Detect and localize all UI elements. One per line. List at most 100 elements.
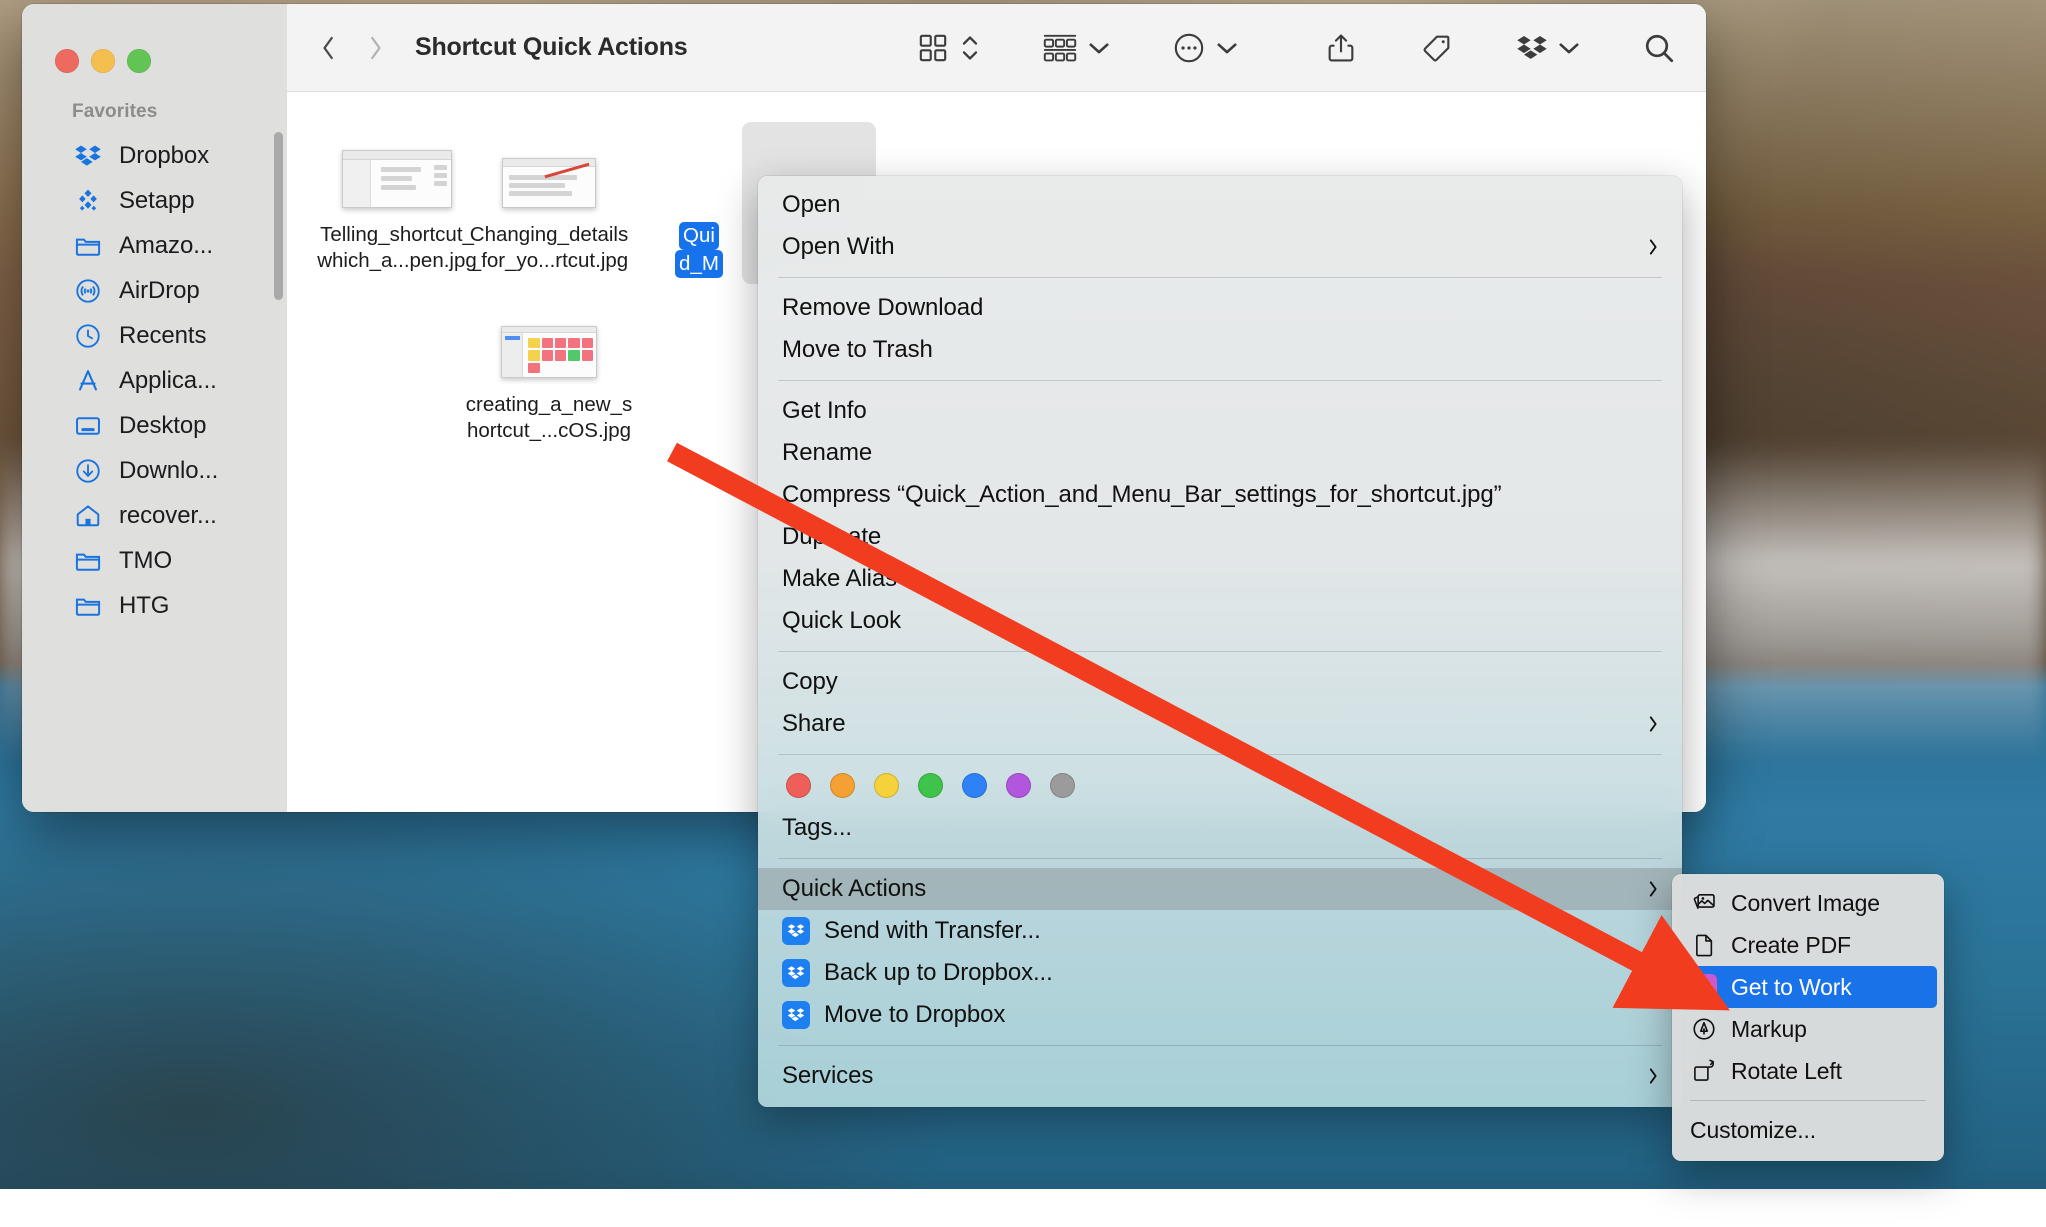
desktop-icon — [74, 412, 102, 440]
close-button[interactable] — [55, 49, 79, 73]
submenu-item-get-to-work[interactable]: Get to Work — [1679, 966, 1937, 1008]
menu-item-move-to-trash[interactable]: Move to Trash — [758, 329, 1682, 371]
home-icon — [74, 502, 102, 530]
tag-color-orange[interactable] — [830, 773, 855, 798]
tag-color-row[interactable] — [758, 764, 1682, 807]
window-controls[interactable] — [22, 4, 287, 73]
sidebar-item-label: Dropbox — [119, 141, 210, 169]
sidebar-item-airdrop[interactable]: AirDrop — [22, 268, 287, 313]
minimize-button[interactable] — [91, 49, 115, 73]
zoom-button[interactable] — [127, 49, 151, 73]
chevron-right-icon — [1646, 878, 1660, 900]
tag-color-purple[interactable] — [1006, 773, 1031, 798]
sidebar-item-label: recover... — [119, 501, 217, 529]
more-actions-control[interactable] — [1172, 31, 1238, 65]
sidebar-item-setapp[interactable]: Setapp — [22, 178, 287, 223]
sidebar-item-label: TMO — [119, 546, 173, 574]
folder-icon — [74, 592, 102, 620]
tag-color-red[interactable] — [786, 773, 811, 798]
dropbox-icon[interactable] — [1516, 32, 1548, 64]
menu-item-make-alias[interactable]: Make Alias — [758, 558, 1682, 600]
chevron-down-icon[interactable] — [1088, 37, 1110, 59]
group-by-control[interactable] — [1042, 32, 1110, 64]
menu-item-copy[interactable]: Copy — [758, 661, 1682, 703]
sidebar-scrollbar[interactable] — [274, 132, 283, 300]
tag-color-blue[interactable] — [962, 773, 987, 798]
sidebar-item-desktop[interactable]: Desktop — [22, 403, 287, 448]
menu-separator — [778, 754, 1662, 755]
menu-item-quick-look[interactable]: Quick Look — [758, 600, 1682, 642]
submenu-item-convert-image[interactable]: Convert Image — [1679, 882, 1937, 924]
rotate-left-icon — [1690, 1057, 1718, 1085]
menu-item-get-info[interactable]: Get Info — [758, 390, 1682, 432]
menu-item-duplicate[interactable]: Duplicate — [758, 516, 1682, 558]
markup-pen-icon — [1690, 1015, 1718, 1043]
ellipsis-circle-icon[interactable] — [1172, 31, 1206, 65]
shortcuts-grid-thumbnail — [501, 326, 597, 378]
submenu-item-label: Customize... — [1690, 1116, 1817, 1143]
tag-color-green[interactable] — [918, 773, 943, 798]
sidebar-item-label: HTG — [119, 591, 170, 619]
chevron-down-icon[interactable] — [1216, 37, 1238, 59]
folder-icon — [74, 232, 102, 260]
quick-actions-submenu: Convert Image Create PDF Get to Work Mar… — [1672, 874, 1944, 1161]
sidebar-item-applications[interactable]: Applica... — [22, 358, 287, 403]
dropbox-icon — [782, 917, 810, 945]
menu-item-services[interactable]: Services — [758, 1055, 1682, 1097]
menu-separator — [778, 858, 1662, 859]
sidebar-item-amazon[interactable]: Amazo... — [22, 223, 287, 268]
search-icon[interactable] — [1642, 31, 1676, 65]
group-by-icon[interactable] — [1042, 32, 1078, 64]
submenu-item-label: Markup — [1731, 1015, 1807, 1042]
document-icon — [1690, 931, 1718, 959]
context-menu: Open Open With Remove Download Move to T… — [758, 176, 1682, 1107]
chevron-up-down-icon[interactable] — [960, 31, 980, 65]
menu-item-remove-download[interactable]: Remove Download — [758, 287, 1682, 329]
tag-color-yellow[interactable] — [874, 773, 899, 798]
menu-item-share[interactable]: Share — [758, 703, 1682, 745]
shortcuts-app-icon — [1690, 973, 1718, 1001]
menu-item-compress[interactable]: Compress “Quick_Action_and_Menu_Bar_sett… — [758, 474, 1682, 516]
submenu-item-markup[interactable]: Markup — [1679, 1008, 1937, 1050]
sidebar-item-label: Downlo... — [119, 456, 219, 484]
share-icon[interactable] — [1324, 31, 1358, 65]
submenu-item-create-pdf[interactable]: Create PDF — [1679, 924, 1937, 966]
sidebar-item-label: Amazo... — [119, 231, 213, 259]
dropbox-toolbar-control[interactable] — [1516, 32, 1580, 64]
tag-color-gray[interactable] — [1050, 773, 1075, 798]
menu-item-rename[interactable]: Rename — [758, 432, 1682, 474]
sidebar-item-tmo[interactable]: TMO — [22, 538, 287, 583]
menu-item-move-to-dropbox[interactable]: Move to Dropbox — [758, 994, 1682, 1036]
chevron-left-icon[interactable] — [319, 33, 337, 63]
sidebar-section-title: Favorites — [72, 101, 158, 122]
submenu-item-customize[interactable]: Customize... — [1679, 1109, 1937, 1151]
sidebar-item-label: Applica... — [119, 366, 217, 394]
menu-item-tags[interactable]: Tags... — [758, 807, 1682, 849]
dropbox-icon — [782, 959, 810, 987]
menu-item-quick-actions[interactable]: Quick Actions — [758, 868, 1682, 910]
menu-item-open-with[interactable]: Open With — [758, 226, 1682, 268]
chevron-right-icon[interactable] — [367, 33, 385, 63]
submenu-item-rotate-left[interactable]: Rotate Left — [1679, 1050, 1937, 1092]
photos-stack-icon — [1690, 889, 1718, 917]
finder-toolbar: Shortcut Quick Actions — [287, 4, 1706, 92]
view-switcher[interactable] — [916, 31, 980, 65]
sidebar-item-label: AirDrop — [119, 276, 200, 304]
screenshot-bottom-strip — [0, 1189, 2046, 1227]
sidebar-item-home[interactable]: recover... — [22, 493, 287, 538]
chevron-right-icon — [1646, 236, 1660, 258]
menu-item-send-with-transfer[interactable]: Send with Transfer... — [758, 910, 1682, 952]
menu-item-open[interactable]: Open — [758, 184, 1682, 226]
sidebar-item-htg[interactable]: HTG — [22, 583, 287, 628]
file-thumbnail — [459, 292, 639, 378]
sidebar-item-dropbox[interactable]: Dropbox — [22, 133, 287, 178]
file-item[interactable]: creating_a_new_s hortcut_...cOS.jpg — [459, 292, 639, 444]
sidebar-item-recents[interactable]: Recents — [22, 313, 287, 358]
icon-view-grid-icon[interactable] — [916, 31, 950, 65]
page-title: Shortcut Quick Actions — [415, 33, 688, 61]
dropbox-icon — [782, 1001, 810, 1029]
sidebar-item-downloads[interactable]: Downlo... — [22, 448, 287, 493]
chevron-down-icon[interactable] — [1558, 37, 1580, 59]
menu-item-back-up-to-dropbox[interactable]: Back up to Dropbox... — [758, 952, 1682, 994]
tag-icon[interactable] — [1420, 31, 1454, 65]
